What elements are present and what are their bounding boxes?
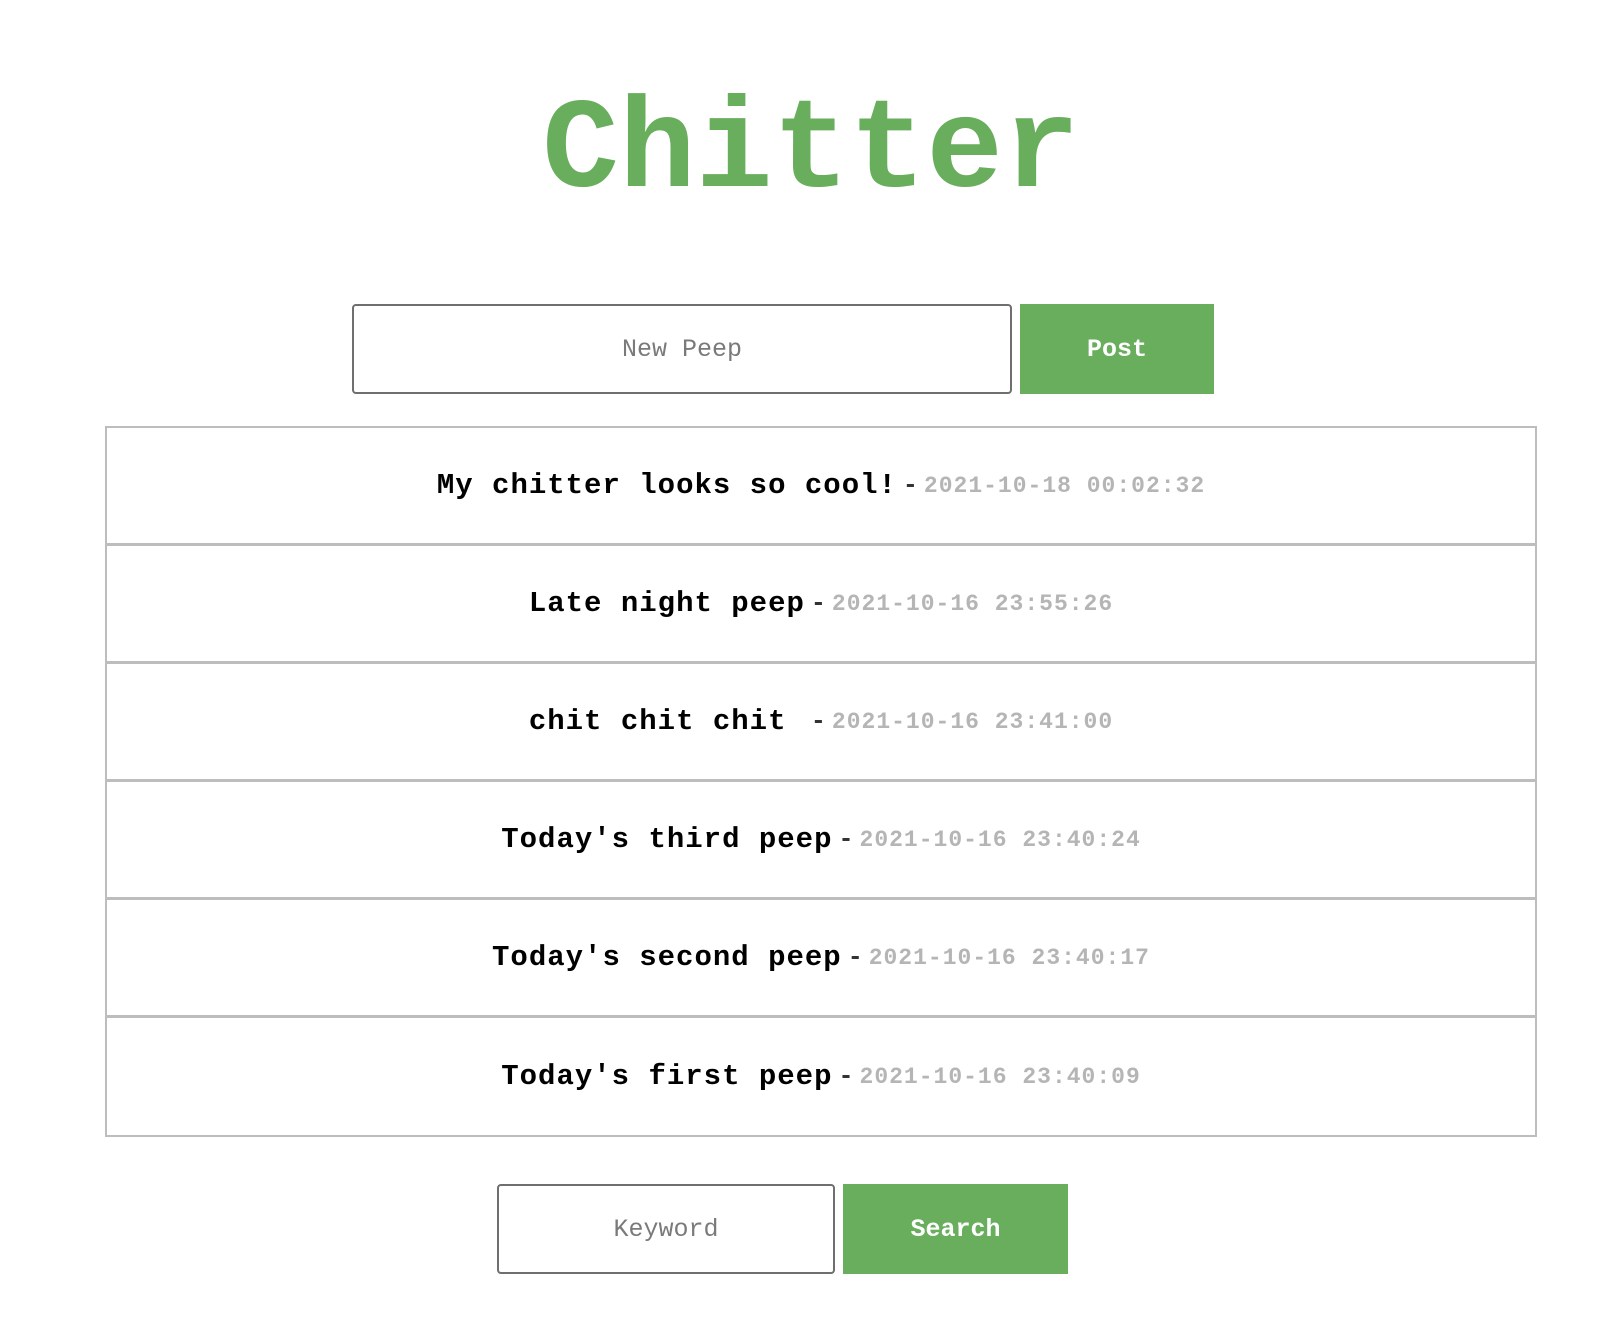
peep-separator: - [847,943,863,972]
peep-separator: - [838,1062,854,1091]
keyword-search-input[interactable] [497,1184,835,1274]
new-peep-input[interactable] [352,304,1012,394]
peep-item: Today's first peep -2021-10-16 23:40:09 [107,1018,1535,1135]
peep-separator: - [838,825,854,854]
peep-timestamp: 2021-10-16 23:40:17 [868,944,1150,971]
peep-item: My chitter looks so cool! -2021-10-18 00:… [107,428,1535,546]
peep-timestamp: 2021-10-18 00:02:32 [923,472,1206,499]
peep-list: My chitter looks so cool! -2021-10-18 00:… [105,426,1537,1137]
peep-separator: - [810,707,826,736]
peep-item: Today's third peep -2021-10-16 23:40:24 [107,782,1535,900]
peep-text: Today's second peep [492,941,842,974]
new-peep-form: Post [352,304,1214,394]
peep-text: Today's first peep [501,1060,833,1093]
page-title: Chitter [542,80,1080,225]
peep-timestamp: 2021-10-16 23:40:24 [859,826,1141,853]
peep-timestamp: 2021-10-16 23:40:09 [859,1063,1141,1090]
peep-item: Late night peep -2021-10-16 23:55:26 [107,546,1535,664]
peep-timestamp: 2021-10-16 23:55:26 [831,590,1114,617]
peep-timestamp: 2021-10-16 23:41:00 [831,708,1114,735]
peep-item: Today's second peep -2021-10-16 23:40:17 [107,900,1535,1018]
peep-text: chit chit chit [528,705,805,738]
peep-item: chit chit chit -2021-10-16 23:41:00 [107,664,1535,782]
search-button[interactable]: Search [843,1184,1068,1274]
search-form: Search [497,1184,1068,1274]
peep-separator: - [902,471,918,500]
peep-text: My chitter looks so cool! [436,469,897,502]
peep-text: Today's third peep [501,823,833,856]
post-button[interactable]: Post [1020,304,1214,394]
peep-separator: - [810,589,826,618]
peep-text: Late night peep [528,587,805,620]
